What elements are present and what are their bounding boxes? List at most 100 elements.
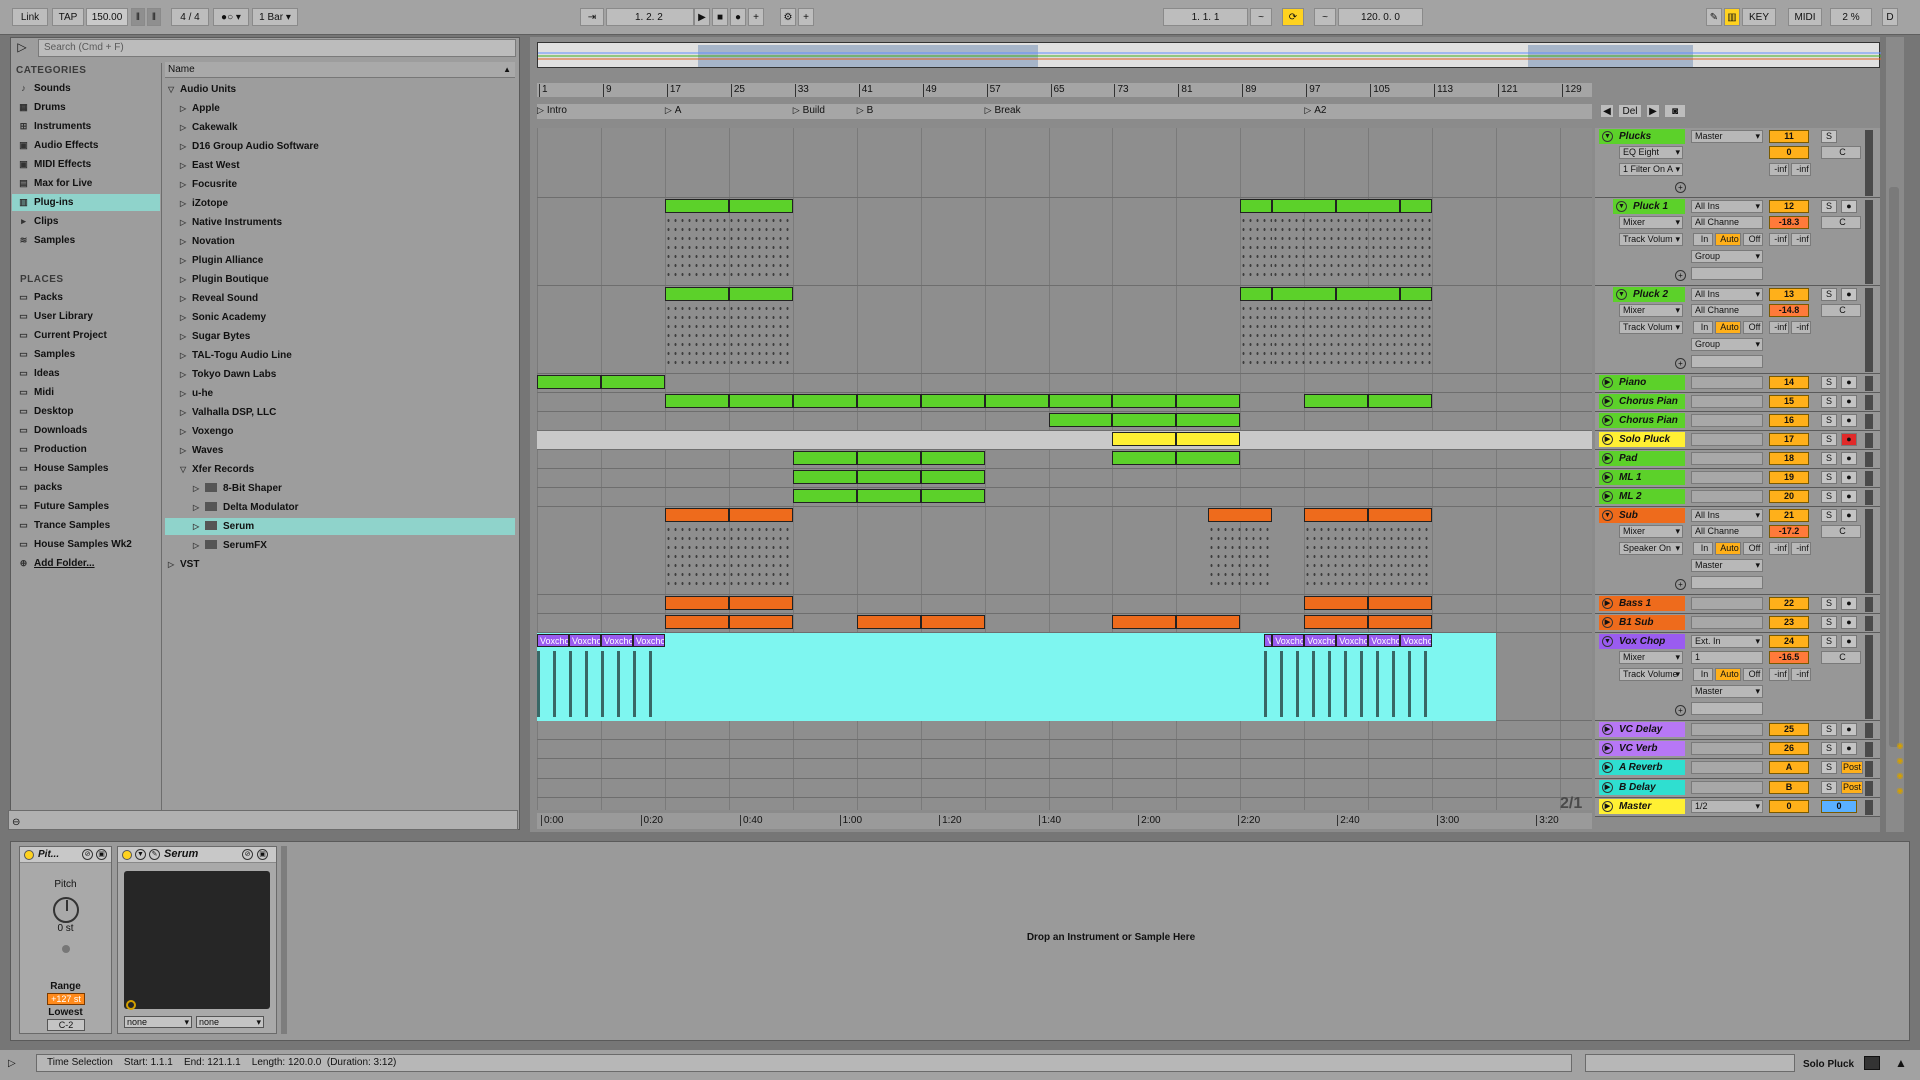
computer-keyboard-button[interactable]: ▥: [1724, 8, 1740, 26]
arrangement-clip[interactable]: [728, 199, 793, 213]
parameter-chooser[interactable]: Track Volum ▾: [1619, 233, 1683, 246]
tree-folder[interactable]: ▷ Voxengo: [180, 423, 233, 440]
tempo-field[interactable]: 150.00: [86, 8, 128, 26]
track-name[interactable]: ▶ Chorus Pian: [1599, 413, 1685, 428]
track-name[interactable]: ▶ Master: [1599, 799, 1685, 814]
parameter-chooser[interactable]: 1 Filter On A ▾: [1619, 163, 1683, 176]
arrangement-clip[interactable]: [664, 615, 729, 629]
tree-folder[interactable]: ▷ Sonic Academy: [180, 309, 266, 326]
arrangement-clip[interactable]: [1272, 199, 1337, 213]
search-input[interactable]: Search (Cmd + F): [38, 39, 516, 57]
browser-toggle-icon[interactable]: ▷: [10, 40, 34, 56]
arrangement-clip[interactable]: [728, 508, 793, 522]
arrangement-clip[interactable]: [792, 489, 857, 503]
arrangement-clip[interactable]: [1304, 508, 1369, 522]
send-b-field[interactable]: -inf: [1791, 321, 1811, 334]
arrangement-clip[interactable]: [664, 287, 729, 301]
solo-button[interactable]: S: [1821, 452, 1837, 465]
track-lane[interactable]: [537, 614, 1592, 633]
arrangement-clip[interactable]: [856, 451, 921, 465]
audio-from-select[interactable]: [1691, 742, 1763, 755]
volume-field[interactable]: -18.3: [1769, 216, 1809, 229]
fold-closed-icon[interactable]: ▶: [1602, 598, 1613, 609]
mixer-scrollbar[interactable]: [1886, 37, 1904, 832]
track-header[interactable]: ▶ B Delay B S Post: [1595, 779, 1880, 798]
track-name[interactable]: ▼ Sub: [1599, 508, 1685, 523]
xy-handle-icon[interactable]: [126, 1000, 136, 1010]
arrangement-clip[interactable]: [1176, 394, 1241, 408]
monitor-off-button[interactable]: Off: [1743, 668, 1763, 681]
category-drums[interactable]: ▦ Drums: [12, 99, 160, 116]
metronome-button[interactable]: ●○ ▾: [213, 8, 249, 26]
nudge-up-button[interactable]: ‖: [147, 8, 161, 26]
place-packs[interactable]: ▭ packs: [12, 479, 160, 496]
fold-closed-icon[interactable]: ▶: [1602, 782, 1613, 793]
quantize-select[interactable]: 1 Bar ▾: [252, 8, 298, 26]
solo-button[interactable]: S: [1821, 761, 1837, 774]
send-b-field[interactable]: -inf: [1791, 233, 1811, 246]
locator-intro[interactable]: ▷ Intro: [537, 105, 567, 116]
locator-lane[interactable]: ▷ Intro ▷ A ▷ Build ▷ B ▷ Break ▷ A2: [537, 104, 1592, 119]
output-channel-select[interactable]: [1691, 702, 1763, 715]
arm-button[interactable]: ●: [1841, 414, 1857, 427]
arm-button[interactable]: ●: [1841, 200, 1857, 213]
solo-button[interactable]: S: [1821, 742, 1837, 755]
key-map-button[interactable]: KEY: [1742, 8, 1776, 26]
add-automation-icon[interactable]: +: [1675, 270, 1686, 281]
lowest-field[interactable]: C-2: [47, 1019, 85, 1031]
fold-closed-icon[interactable]: ▶: [1602, 617, 1613, 628]
tree-folder[interactable]: ▷ Focusrite: [180, 176, 237, 193]
arrangement-clip[interactable]: [728, 287, 793, 301]
track-volume-field[interactable]: 22: [1769, 597, 1809, 610]
nudge-down-button[interactable]: ‖: [131, 8, 145, 26]
add-automation-icon[interactable]: +: [1675, 358, 1686, 369]
monitor-off-button[interactable]: Off: [1743, 542, 1763, 555]
track-header[interactable]: ▼ Sub All Ins ▾ 21 S ● Mixer ▾ Speaker On ▾ -17.2 C -…: [1595, 507, 1880, 595]
arrangement-clip[interactable]: [1336, 287, 1401, 301]
monitor-off-button[interactable]: Off: [1743, 321, 1763, 334]
audio-from-select[interactable]: Master ▾: [1691, 130, 1763, 143]
position-field[interactable]: 1. 2. 2: [606, 8, 694, 26]
track-volume-field[interactable]: 24: [1769, 635, 1809, 648]
add-locator-button[interactable]: ◙: [1664, 104, 1686, 118]
place-midi[interactable]: ▭ Midi: [12, 384, 160, 401]
audio-to-select[interactable]: Master ▾: [1691, 559, 1763, 572]
audio-from-select[interactable]: [1691, 761, 1763, 774]
device-settings-icon[interactable]: ⊘: [82, 849, 93, 860]
pan-field[interactable]: C: [1821, 651, 1861, 664]
track-volume-field[interactable]: 23: [1769, 616, 1809, 629]
arrangement-clip[interactable]: [1368, 508, 1433, 522]
arm-button[interactable]: ●: [1841, 490, 1857, 503]
track-name[interactable]: ▶ VC Verb: [1599, 741, 1685, 756]
track-lane[interactable]: [537, 507, 1592, 595]
arm-button[interactable]: ●: [1841, 452, 1857, 465]
track-name[interactable]: ▶ VC Delay: [1599, 722, 1685, 737]
place-samples[interactable]: ▭ Samples: [12, 346, 160, 363]
track-name[interactable]: ▶ ML 1: [1599, 470, 1685, 485]
track-volume-field[interactable]: 25: [1769, 723, 1809, 736]
track-name[interactable]: ▼ Pluck 1: [1613, 199, 1685, 214]
solo-button[interactable]: S: [1821, 781, 1837, 794]
track-lane[interactable]: [537, 595, 1592, 614]
volume-field[interactable]: 0: [1769, 146, 1809, 159]
arrangement-clip[interactable]: [1112, 394, 1177, 408]
tree-folder[interactable]: ▷ iZotope: [180, 195, 228, 212]
audio-clip[interactable]: Voxchop: [632, 634, 665, 647]
track-volume-field[interactable]: 12: [1769, 200, 1809, 213]
send-b-field[interactable]: -inf: [1791, 668, 1811, 681]
track-lane[interactable]: [537, 412, 1592, 431]
locator-b[interactable]: ▷ B: [857, 105, 874, 116]
prev-locator-button[interactable]: ◀: [1600, 104, 1614, 118]
stop-button[interactable]: ■: [712, 8, 728, 26]
arrangement-clip[interactable]: [1304, 615, 1369, 629]
arrangement-clip[interactable]: [728, 394, 793, 408]
tree-audio-units[interactable]: ▽ Audio Units: [168, 81, 236, 98]
track-volume-field[interactable]: 19: [1769, 471, 1809, 484]
category-plug-ins[interactable]: ▥ Plug-ins: [12, 194, 160, 211]
solo-button[interactable]: S: [1821, 414, 1837, 427]
track-header[interactable]: ▶ ML 1 19 S ●: [1595, 469, 1880, 488]
arrangement-clip[interactable]: [664, 508, 729, 522]
fold-closed-icon[interactable]: ▶: [1602, 472, 1613, 483]
pan-field[interactable]: C: [1821, 525, 1861, 538]
arrangement-clip[interactable]: [920, 394, 985, 408]
